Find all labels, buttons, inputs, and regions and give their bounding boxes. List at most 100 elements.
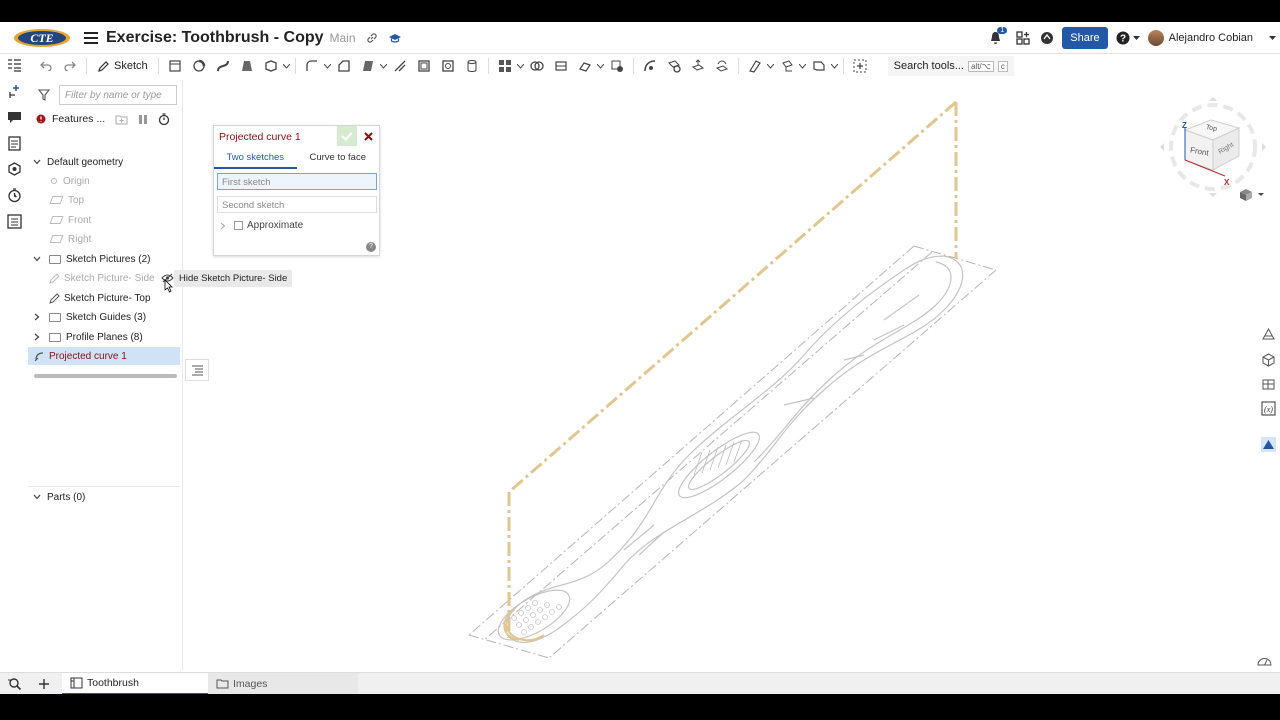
pause-icon[interactable]: [138, 114, 148, 125]
tree-scrollbar[interactable]: [34, 374, 177, 378]
chevron-down-icon[interactable]: [32, 494, 42, 500]
configurations-icon[interactable]: [7, 162, 22, 177]
tree-item-sketch-picture-top[interactable]: Sketch Picture- Top: [28, 289, 180, 307]
tree-item-sketch-pictures[interactable]: Sketch Pictures (2): [28, 250, 180, 268]
chevron-down-icon[interactable]: [597, 58, 605, 74]
variables-icon[interactable]: [7, 214, 22, 229]
document-title[interactable]: Exercise: Toothbrush - Copy: [106, 29, 324, 47]
comments-icon[interactable]: [7, 110, 22, 125]
education-icon[interactable]: [388, 32, 402, 44]
add-tab-icon[interactable]: [38, 678, 50, 690]
fillet-icon[interactable]: [304, 58, 320, 74]
variables-table-icon[interactable]: (x): [1261, 401, 1276, 416]
tree-item-sketch-guides[interactable]: Sketch Guides (3): [28, 308, 180, 326]
approximate-checkbox[interactable]: [234, 221, 243, 230]
mate-connector-icon[interactable]: [779, 58, 795, 74]
shell-icon[interactable]: [416, 58, 432, 74]
sheet-metal-icon[interactable]: [811, 58, 827, 74]
chevron-down-icon[interactable]: [1132, 35, 1140, 41]
close-button[interactable]: [361, 129, 375, 143]
loft-icon[interactable]: [239, 58, 255, 74]
chevron-down-icon[interactable]: [324, 58, 332, 74]
app-store-icon[interactable]: [1016, 31, 1030, 45]
undo-icon[interactable]: [38, 58, 54, 74]
chamfer-icon[interactable]: [336, 58, 352, 74]
chevron-down-icon[interactable]: [1269, 35, 1276, 41]
tab-two-sketches[interactable]: Two sketches: [214, 150, 297, 169]
split-icon[interactable]: [553, 58, 569, 74]
chevron-down-icon[interactable]: [799, 58, 807, 74]
sweep-icon[interactable]: [215, 58, 231, 74]
user-name[interactable]: Alejandro Cobian: [1169, 32, 1253, 44]
draft-icon[interactable]: [360, 58, 376, 74]
link-icon[interactable]: [366, 32, 378, 44]
replace-face-icon[interactable]: [714, 58, 730, 74]
delete-face-icon[interactable]: [666, 58, 682, 74]
view-options-icon[interactable]: [1238, 188, 1264, 202]
tree-item-top[interactable]: Top: [28, 191, 180, 209]
accept-button[interactable]: [337, 126, 357, 146]
gauge-icon[interactable]: [1257, 656, 1272, 666]
tree-item-right[interactable]: Right: [28, 230, 180, 248]
search-tools-button[interactable]: Search tools... alt/⌥ c: [887, 56, 1014, 76]
chevron-down-icon[interactable]: [32, 159, 42, 165]
chevron-right-icon[interactable]: [32, 333, 42, 341]
extrude-icon[interactable]: [167, 58, 183, 74]
chevron-down-icon[interactable]: [767, 58, 775, 74]
tree-item-default-geometry[interactable]: Default geometry: [28, 153, 180, 171]
parts-header[interactable]: Parts (0): [28, 488, 180, 506]
avatar[interactable]: [1147, 30, 1164, 46]
pattern-icon[interactable]: [497, 58, 513, 74]
history-icon[interactable]: [7, 188, 22, 203]
menu-icon[interactable]: [84, 31, 98, 44]
boolean-icon[interactable]: [529, 58, 545, 74]
cylinder-icon[interactable]: [464, 58, 480, 74]
company-logo[interactable]: CTE: [12, 27, 72, 49]
chevron-right-icon[interactable]: [220, 222, 226, 230]
filter-icon[interactable]: [38, 89, 50, 101]
move-face-icon[interactable]: [690, 58, 706, 74]
learning-center-icon[interactable]: [1040, 31, 1054, 45]
notifications-icon[interactable]: 1: [989, 27, 1008, 45]
hole-icon[interactable]: [440, 58, 456, 74]
part-studio-view-icon[interactable]: [1261, 353, 1276, 368]
filter-input[interactable]: Filter by name or type: [59, 85, 177, 105]
chevron-down-icon[interactable]: [517, 58, 525, 74]
revolve-icon[interactable]: [191, 58, 207, 74]
help-icon[interactable]: ?: [366, 242, 376, 252]
tree-item-front[interactable]: Front: [28, 211, 180, 229]
help-icon[interactable]: ?: [1116, 31, 1130, 45]
appearance-icon[interactable]: [1261, 327, 1276, 342]
sections-icon[interactable]: [1261, 377, 1276, 392]
chevron-down-icon[interactable]: [831, 58, 839, 74]
tree-item-origin[interactable]: Origin: [28, 172, 180, 190]
approximate-option[interactable]: Approximate: [220, 220, 303, 231]
chevron-right-icon[interactable]: [32, 313, 42, 321]
tree-item-profile-planes[interactable]: Profile Planes (8): [28, 328, 180, 346]
thicken-icon[interactable]: [263, 58, 279, 74]
features-label[interactable]: Features ...: [52, 113, 105, 125]
first-sketch-field[interactable]: First sketch: [217, 173, 377, 190]
modify-fillet-icon[interactable]: [642, 58, 658, 74]
properties-icon[interactable]: [7, 136, 22, 151]
tab-curve-to-face[interactable]: Curve to face: [297, 150, 380, 169]
chevron-down-icon[interactable]: [32, 256, 42, 262]
rib-icon[interactable]: [392, 58, 408, 74]
sketch-button[interactable]: Sketch: [91, 60, 154, 73]
branch-label[interactable]: Main: [330, 31, 356, 45]
delete-part-icon[interactable]: [609, 58, 625, 74]
second-sketch-field[interactable]: Second sketch: [217, 196, 377, 213]
add-folder-icon[interactable]: [115, 114, 128, 125]
share-button[interactable]: Share: [1062, 27, 1108, 49]
tab-toothbrush[interactable]: Toothbrush: [62, 672, 208, 694]
redo-icon[interactable]: [62, 58, 78, 74]
chevron-down-icon[interactable]: [283, 58, 291, 74]
timer-icon[interactable]: [158, 113, 170, 125]
tree-item-sketch-picture-side[interactable]: Sketch Picture- Side: [28, 269, 180, 287]
render-studio-icon[interactable]: [1261, 437, 1276, 452]
chevron-down-icon[interactable]: [380, 58, 388, 74]
custom-features-icon[interactable]: [852, 58, 868, 74]
tab-images[interactable]: Images: [208, 672, 358, 694]
search-tabs-icon[interactable]: [8, 677, 22, 691]
plane-icon[interactable]: [747, 58, 763, 74]
